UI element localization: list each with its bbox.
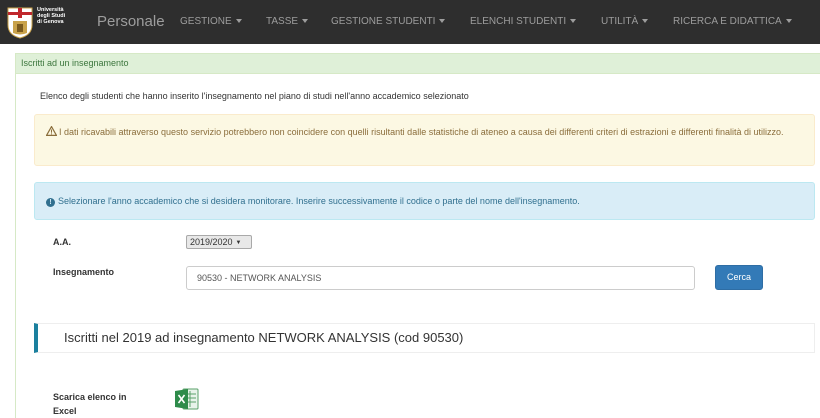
info-alert: ! Selezionare l'anno accademico che si de…	[34, 182, 815, 220]
nav-gestione-studenti[interactable]: GESTIONE STUDENTI	[331, 16, 446, 27]
aa-select-value: 2019/2020	[190, 237, 233, 247]
info-text: Selezionare l'anno accademico che si des…	[58, 196, 580, 206]
nav-label: ELENCHI STUDENTI	[470, 16, 567, 27]
nav-label: UTILITÀ	[601, 16, 639, 27]
top-navbar: Università degli Studi di Genova Persona…	[0, 0, 820, 44]
warning-icon	[46, 126, 57, 136]
university-logo-icon[interactable]	[4, 5, 36, 39]
search-button[interactable]: Cerca	[715, 265, 763, 290]
caret-down-icon	[642, 19, 649, 24]
course-input-value: 90530 - NETWORK ANALYSIS	[197, 273, 322, 283]
nav-utilita[interactable]: UTILITÀ	[601, 16, 649, 27]
aa-select[interactable]: 2019/2020 ▼	[186, 235, 252, 249]
excel-icon[interactable]	[174, 386, 200, 412]
brand-personale[interactable]: Personale	[97, 13, 165, 30]
nav-label: TASSE	[266, 16, 299, 27]
nav-label: GESTIONE STUDENTI	[331, 16, 436, 27]
caret-down-icon: ▼	[235, 240, 242, 246]
university-name: Università degli Studi di Genova	[37, 7, 65, 25]
caret-down-icon	[235, 19, 242, 24]
nav-ricerca-didattica[interactable]: RICERCA E DIDATTICA	[673, 16, 792, 27]
nav-gestione[interactable]: GESTIONE	[180, 16, 242, 27]
main-panel: Iscritti ad un insegnamento	[15, 53, 820, 418]
result-title: Iscritti nel 2019 ad insegnamento NETWOR…	[64, 330, 464, 345]
info-icon: !	[46, 198, 55, 207]
caret-down-icon	[785, 19, 792, 24]
warning-text: I dati ricavabili attraverso questo serv…	[59, 127, 784, 137]
nav-label: GESTIONE	[180, 16, 232, 27]
nav-label: RICERCA E DIDATTICA	[673, 16, 782, 27]
aa-label: A.A.	[53, 237, 71, 247]
result-callout: Iscritti nel 2019 ad insegnamento NETWOR…	[34, 323, 815, 353]
university-line-3: di Genova	[37, 19, 64, 25]
course-label: Insegnamento	[53, 267, 115, 277]
nav-tasse[interactable]: TASSE	[266, 16, 309, 27]
caret-down-icon	[302, 19, 309, 24]
caret-down-icon	[439, 19, 446, 24]
intro-text: Elenco degli studenti che hanno inserito…	[40, 91, 469, 101]
excel-download-label: Scarica elenco in Excel	[53, 392, 127, 416]
caret-down-icon	[570, 19, 577, 24]
nav-elenchi-studenti[interactable]: ELENCHI STUDENTI	[470, 16, 577, 27]
warning-alert: I dati ricavabili attraverso questo serv…	[34, 114, 815, 166]
panel-heading: Iscritti ad un insegnamento	[16, 54, 820, 74]
course-input[interactable]: 90530 - NETWORK ANALYSIS	[186, 266, 695, 290]
